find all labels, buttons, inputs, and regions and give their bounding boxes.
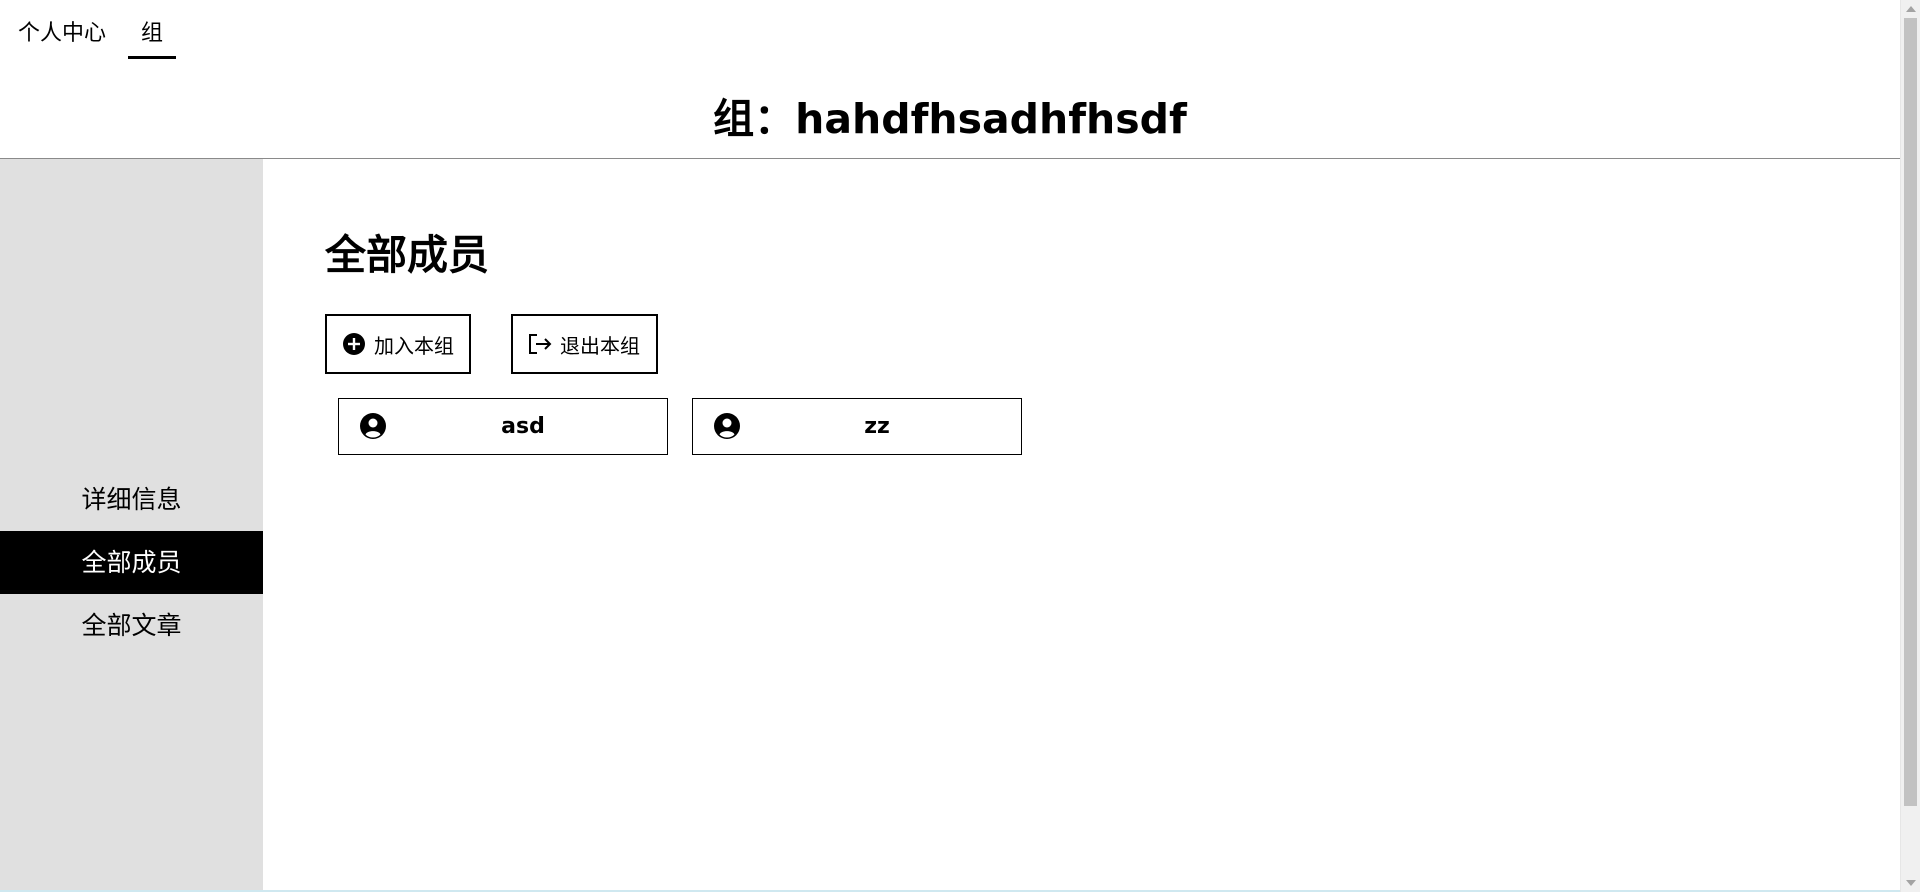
member-name: asd	[501, 414, 545, 439]
section-title: 全部成员	[325, 231, 489, 279]
scroll-up-icon[interactable]	[1906, 6, 1916, 12]
nav-personal-center[interactable]: 个人中心	[18, 0, 106, 56]
sidebar-item-all-articles[interactable]: 全部文章	[0, 594, 263, 657]
sidebar: 详细信息 全部成员 全部文章	[0, 159, 263, 892]
top-nav: 个人中心 组	[0, 0, 1900, 60]
member-card[interactable]: asd	[338, 398, 668, 455]
page-title: 组：hahdfhsadhfhsdf	[713, 95, 1187, 143]
leave-group-label: 退出本组	[560, 333, 640, 358]
plus-circle-icon	[341, 331, 367, 357]
sidebar-menu: 详细信息 全部成员 全部文章	[0, 468, 263, 657]
join-group-button[interactable]: 加入本组	[325, 314, 471, 374]
vertical-scrollbar[interactable]	[1900, 0, 1920, 892]
scrollbar-thumb[interactable]	[1904, 18, 1917, 806]
member-card[interactable]: zz	[692, 398, 1022, 455]
member-name: zz	[864, 414, 890, 439]
sidebar-item-all-members[interactable]: 全部成员	[0, 531, 263, 594]
scroll-down-icon[interactable]	[1906, 880, 1916, 886]
sidebar-item-details[interactable]: 详细信息	[0, 468, 263, 531]
leave-group-button[interactable]: 退出本组	[511, 314, 658, 374]
group-header: 组：hahdfhsadhfhsdf	[0, 60, 1900, 159]
page: 个人中心 组 组：hahdfhsadhfhsdf 详细信息 全部成员 全部文章 …	[0, 0, 1920, 892]
nav-group[interactable]: 组	[128, 0, 177, 59]
main-content: 全部成员 加入本组 退出本组 asd zz	[263, 159, 1900, 892]
logout-icon	[527, 331, 553, 357]
join-group-label: 加入本组	[374, 333, 454, 358]
